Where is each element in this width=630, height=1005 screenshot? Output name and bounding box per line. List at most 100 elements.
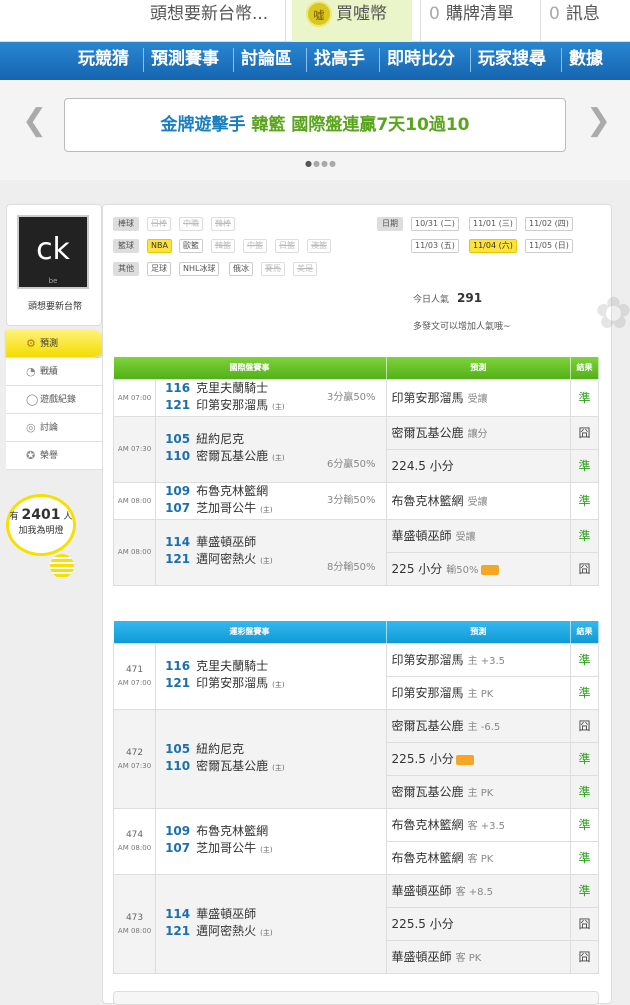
filter-tag[interactable]: 澳籃 xyxy=(307,239,331,253)
away-number: 105 xyxy=(165,741,191,756)
filter-tag[interactable]: 俄冰 xyxy=(229,262,253,276)
pick-badge-icon xyxy=(455,754,474,765)
nav-item-live-score[interactable]: 即時比分 xyxy=(387,42,455,80)
filter-tag[interactable]: 日籃 xyxy=(275,239,299,253)
prediction-cell[interactable]: 225 小分 輸50% xyxy=(385,551,571,586)
filter-tag[interactable]: 韓棒 xyxy=(211,217,235,231)
game-time: AM 08:00 xyxy=(117,844,152,852)
chevron-right-icon[interactable]: ❯ xyxy=(586,106,611,136)
result-cell: 準 xyxy=(569,840,600,875)
prediction-text: 印第安那溜馬 xyxy=(391,391,464,405)
game-number: 471 xyxy=(125,665,144,675)
home-number: 121 xyxy=(165,397,191,412)
nav-item-experts[interactable]: 找高手 xyxy=(314,42,365,80)
user-name-link[interactable]: 頭想要新台幣... xyxy=(136,0,286,42)
filter-tag[interactable]: 日棒 xyxy=(147,217,171,231)
likes-text: 加我為明燈 xyxy=(18,526,64,536)
away-team: 105 紐約尼克 xyxy=(156,431,385,448)
prediction-cell[interactable]: 華盛頓巫師 受讓 xyxy=(385,518,571,553)
chevron-left-icon[interactable]: ❮ xyxy=(22,106,47,136)
date-tag[interactable]: 10/31 (二) xyxy=(411,217,459,231)
buy-coin-button[interactable]: 噓買噓幣 xyxy=(292,0,412,42)
game-cell[interactable]: 109 布魯克林籃網 107 芝加哥公牛 (主) xyxy=(155,807,387,875)
filter-tag[interactable]: 中籃 xyxy=(243,239,267,253)
game-cell[interactable]: 114 華盛頓巫師 121 邁阿密熱火 (主) 8分輸50% xyxy=(155,518,387,586)
filter-tag[interactable]: 韓籃 xyxy=(211,239,235,253)
date-tag-selected[interactable]: 11/04 (六) xyxy=(469,239,517,253)
prediction-cell[interactable]: 布魯克林籃網 受讓 xyxy=(385,481,571,520)
prediction-sub: 受讓 xyxy=(455,532,476,543)
prediction-cell[interactable]: 華盛頓巫師客 +8.5 xyxy=(385,873,571,908)
prediction-cell[interactable]: 密爾瓦基公鹿主 PK xyxy=(385,774,571,809)
prediction-cell[interactable]: 布魯克林籃網客 +3.5 xyxy=(385,807,571,842)
sidebar-item-game-log[interactable]: ◯ 遊戲紀錄 xyxy=(6,386,102,414)
table-row: AM 08:00 109 布魯克林籃網 107 芝加哥公牛 (主) 3分輸50% 布魯克林籃網… xyxy=(112,481,600,520)
time-cell: 472 AM 07:30 xyxy=(112,708,157,809)
sidebar-item-honor[interactable]: ✪ 榮譽 xyxy=(6,442,102,470)
filter-tag[interactable]: 美足 xyxy=(293,262,317,276)
filter-tag[interactable]: 足球 xyxy=(147,262,171,276)
filter-tag[interactable]: 賽馬 xyxy=(261,262,285,276)
game-cell[interactable]: 105 紐約尼克 110 密爾瓦基公鹿 (主) 6分贏50% xyxy=(155,415,387,483)
sidebar-item-label: 榮譽 xyxy=(40,451,59,461)
date-tag[interactable]: 11/03 (五) xyxy=(411,239,459,253)
away-number: 114 xyxy=(165,535,191,549)
home-number: 121 xyxy=(165,552,191,566)
nav-divider xyxy=(470,48,471,72)
filter-tag-selected[interactable]: NBA xyxy=(147,239,172,253)
cart-link[interactable]: 0 購牌清單 xyxy=(420,0,538,42)
carousel-dot[interactable]: ● xyxy=(321,159,329,168)
avatar[interactable]: ck be xyxy=(17,215,89,289)
popularity-label: 今日人氣 xyxy=(413,295,450,305)
popularity-count: 291 xyxy=(457,291,483,305)
prediction-cell[interactable]: 225.5 小分 xyxy=(385,906,571,941)
filter-tag[interactable]: 中職 xyxy=(179,217,203,231)
filter-tag[interactable]: 歐籃 xyxy=(179,239,203,253)
game-cell[interactable]: 114 華盛頓巫師 121 邁阿密熱火 (主) xyxy=(155,873,387,974)
date-tag[interactable]: 11/02 (四) xyxy=(525,217,573,231)
avatar-subtext: be xyxy=(48,277,58,285)
game-cell[interactable]: 109 布魯克林籃網 107 芝加哥公牛 (主) 3分輸50% xyxy=(155,481,387,520)
filter-tag[interactable]: NHL冰球 xyxy=(179,262,220,276)
messages-link[interactable]: 0 訊息 xyxy=(540,0,630,42)
nav-item-stats[interactable]: 數據 xyxy=(569,42,603,80)
sidebar-item-record[interactable]: ◔ 戰績 xyxy=(6,358,102,386)
prediction-cell[interactable]: 印第安那溜馬主 +3.5 xyxy=(385,642,571,677)
sidebar-item-predict[interactable]: ⚙ 預測 xyxy=(6,330,106,358)
date-tag[interactable]: 11/05 (日) xyxy=(525,239,573,253)
follow-bulb-button[interactable]: 有 2401 人 加我為明燈 xyxy=(6,494,76,556)
game-cell[interactable]: 116 克里夫蘭騎士 121 印第安那溜馬 (主) xyxy=(155,642,387,710)
game-cell[interactable]: 105 紐約尼克 110 密爾瓦基公鹿 (主) xyxy=(155,708,387,809)
nav-item-predict[interactable]: 預測賽事 xyxy=(151,42,219,80)
away-team: 116 克里夫蘭騎士 xyxy=(156,658,385,675)
away-team: 105 紐約尼克 xyxy=(156,741,385,758)
cart-label: 購牌清單 xyxy=(445,4,514,24)
result-cell: 準 xyxy=(569,741,600,776)
carousel-dot[interactable]: ● xyxy=(305,159,313,168)
game-cell[interactable]: 116 克里夫蘭騎士 121 印第安那溜馬 (主) 3分贏50% xyxy=(155,378,387,417)
prediction-sub: 受讓 xyxy=(467,497,488,508)
nav-item-guess[interactable]: 玩競猜 xyxy=(78,42,129,80)
prediction-cell[interactable]: 印第安那溜馬主 PK xyxy=(385,675,571,710)
away-number: 116 xyxy=(165,659,191,673)
prediction-cell[interactable]: 華盛頓巫師客 PK xyxy=(385,939,571,974)
date-tag[interactable]: 11/01 (三) xyxy=(469,217,517,231)
prediction-cell[interactable]: 印第安那溜馬 受讓 xyxy=(385,378,571,417)
sidebar-item-discuss[interactable]: ◎ 討論 xyxy=(6,414,102,442)
prediction-cell[interactable]: 密爾瓦基公鹿主 -6.5 xyxy=(385,708,571,743)
game-number: 474 xyxy=(125,830,144,840)
table-row: AM 08:00 114 華盛頓巫師 121 邁阿密熱火 (主) 8分輸50% 華盛頓巫師 受讓… xyxy=(112,518,600,586)
carousel-dot[interactable]: ● xyxy=(329,159,337,168)
prediction-cell[interactable]: 密爾瓦基公鹿 讓分 xyxy=(385,415,571,450)
carousel-dot[interactable]: ● xyxy=(313,159,321,168)
prediction-cell[interactable]: 布魯克林籃網客 PK xyxy=(385,840,571,875)
prediction-cell[interactable]: 225.5 小分 xyxy=(385,741,571,776)
nav-item-player-search[interactable]: 玩家搜尋 xyxy=(478,42,546,80)
prediction-text: 224.5 小分 xyxy=(391,459,454,473)
time-cell: AM 07:30 xyxy=(112,415,157,483)
table-row: 472 AM 07:30 105 紐約尼克 110 密爾瓦基公鹿 (主) 密爾瓦基公鹿主 -6… xyxy=(112,708,600,809)
promo-banner[interactable]: 金牌遊擊手 韓籃 國際盤連贏7天10過10 xyxy=(64,98,566,152)
sidebar-menu: ⚙ 預測 ◔ 戰績 ◯ 遊戲紀錄 ◎ 討論 ✪ 榮譽 xyxy=(6,330,106,470)
prediction-cell[interactable]: 224.5 小分 xyxy=(385,448,571,483)
nav-item-forum[interactable]: 討論區 xyxy=(241,42,292,80)
